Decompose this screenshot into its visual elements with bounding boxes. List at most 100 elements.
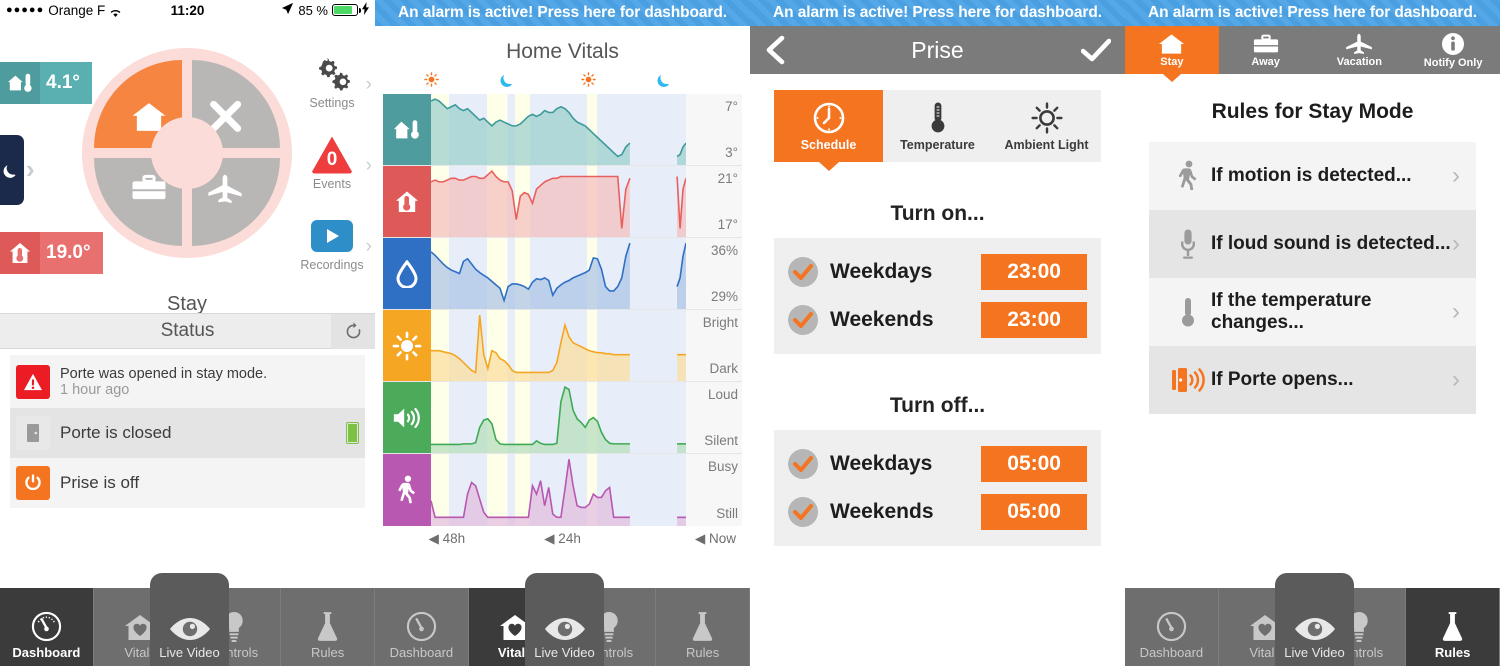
turn-off-weekends-row[interactable]: Weekends 05:00 — [774, 488, 1101, 536]
vitals-row[interactable]: Bright Dark — [383, 310, 742, 382]
turn-off-weekdays-time[interactable]: 05:00 — [981, 446, 1087, 482]
vitals-max-label: Loud — [707, 387, 738, 402]
chevron-right-icon: › — [1452, 162, 1460, 189]
tab-dashboard[interactable]: Dashboard — [1125, 588, 1219, 666]
vitals-plot — [431, 454, 686, 526]
segment-temperature[interactable]: Temperature — [883, 90, 992, 162]
night-drawer-chevron-icon[interactable]: › — [26, 156, 35, 182]
checkbox-checked-icon[interactable] — [788, 305, 818, 335]
night-mode-drawer[interactable] — [0, 135, 24, 205]
mode-vacation[interactable]: Vacation — [1313, 26, 1407, 74]
turn-on-box: Weekdays 23:00 Weekends 23:00 — [774, 238, 1101, 354]
alarm-banner[interactable]: An alarm is active! Press here for dashb… — [375, 0, 750, 26]
checkbox-checked-icon[interactable] — [788, 449, 818, 479]
tab-live-video-label: Live Video — [159, 645, 220, 660]
tab-live-video-label: Live Video — [534, 645, 595, 660]
tab-rules[interactable]: Rules — [281, 588, 375, 666]
status-bar-right: 85 % — [281, 2, 369, 18]
mode-away[interactable]: Away — [1219, 26, 1313, 74]
segment-schedule-label: Schedule — [800, 137, 857, 152]
play-icon — [289, 214, 375, 258]
sun-filled-icon — [383, 310, 431, 381]
moon-icon — [3, 164, 16, 178]
alarm-banner[interactable]: An alarm is active! Press here for dashb… — [750, 0, 1125, 26]
mode-dial[interactable]: Stay — [82, 48, 292, 315]
speaker-icon — [383, 382, 431, 453]
segment-schedule[interactable]: Schedule — [774, 90, 883, 171]
rule-motion[interactable]: If motion is detected... › — [1149, 142, 1476, 210]
checkbox-checked-icon[interactable] — [788, 257, 818, 287]
turn-on-weekdays-time[interactable]: 23:00 — [981, 254, 1087, 290]
vitals-row[interactable]: 36% 29% — [383, 238, 742, 310]
vitals-min-label: 3° — [725, 145, 738, 160]
side-item-recordings[interactable]: Recordings › — [289, 214, 375, 295]
vitals-time-axis: ◀ 48h ◀ 24h ◀ Now — [375, 526, 750, 552]
door-icon — [16, 416, 50, 450]
back-button[interactable] — [764, 35, 786, 65]
status-row-plug[interactable]: Prise is off — [10, 458, 365, 508]
turn-off-weekends-time[interactable]: 05:00 — [981, 494, 1087, 530]
vitals-row[interactable]: 21° 17° — [383, 166, 742, 238]
sun-icon — [581, 72, 597, 91]
turn-on-weekends-time[interactable]: 23:00 — [981, 302, 1087, 338]
walk-icon — [1165, 160, 1211, 192]
house-thermometer-icon — [0, 62, 40, 104]
status-row-alert[interactable]: Porte was opened in stay mode. 1 hour ag… — [10, 355, 365, 408]
tab-dashboard-label: Dashboard — [1139, 645, 1204, 660]
tab-rules[interactable]: Rules — [656, 588, 750, 666]
tab-dashboard[interactable]: Dashboard — [0, 588, 94, 666]
dial-hub[interactable] — [151, 117, 223, 189]
rule-motion-label: If motion is detected... — [1211, 165, 1412, 186]
axis-tick-now: ◀ Now — [694, 531, 737, 546]
eye-icon — [1292, 602, 1338, 642]
tab-live-video[interactable]: Live Video — [525, 573, 604, 666]
gauge-icon — [31, 602, 62, 642]
vitals-now-stub — [431, 454, 686, 526]
tab-dashboard[interactable]: Dashboard — [375, 588, 469, 666]
mode-notify-only[interactable]: Notify Only — [1406, 26, 1500, 74]
vitals-now-stub — [431, 166, 686, 237]
vitals-row[interactable]: Busy Still — [383, 454, 742, 526]
status-row-door[interactable]: Porte is closed — [10, 408, 365, 458]
vitals-now-stub — [431, 238, 686, 309]
turn-off-weekdays-row[interactable]: Weekdays 05:00 — [774, 440, 1101, 488]
turn-on-weekends-row[interactable]: Weekends 23:00 — [774, 296, 1101, 344]
vitals-max-label: Busy — [707, 459, 738, 474]
door-battery-icon — [346, 422, 359, 444]
ios-status-bar: ●●●●● Orange F 11:20 85 % — [0, 0, 375, 20]
vitals-row[interactable]: 7° 3° — [383, 94, 742, 166]
outside-temperature-badge[interactable]: 4.1° — [0, 62, 93, 104]
status-alert-time: 1 hour ago — [60, 381, 130, 398]
turn-off-weekends-label: Weekends — [830, 500, 934, 523]
panel-rules: An alarm is active! Press here for dashb… — [1125, 0, 1500, 666]
bottom-tabbar-panel1: Dashboard Vitals Controls Rules Live Vid… — [0, 573, 375, 666]
tab-live-video[interactable]: Live Video — [1275, 573, 1354, 666]
rule-door[interactable]: If Porte opens... › — [1149, 346, 1476, 414]
alarm-banner[interactable]: An alarm is active! Press here for dashb… — [1125, 0, 1500, 26]
panel-prise-schedule: An alarm is active! Press here for dashb… — [750, 0, 1125, 666]
tab-live-video[interactable]: Live Video — [150, 573, 229, 666]
rule-sound[interactable]: If loud sound is detected... › — [1149, 210, 1476, 278]
rules-list: If motion is detected... › If loud sound… — [1149, 142, 1476, 414]
turn-on-weekdays-row[interactable]: Weekdays 23:00 — [774, 248, 1101, 296]
vitals-max-label: 21° — [717, 171, 738, 186]
flask-icon — [690, 602, 715, 642]
bottom-tabbar-panel2: Dashboard Vitals Controls Rules Live Vid… — [375, 573, 750, 666]
checkbox-checked-icon[interactable] — [788, 497, 818, 527]
tab-rules-label: Rules — [686, 645, 720, 660]
alert-icon — [16, 364, 50, 399]
refresh-icon[interactable] — [331, 314, 375, 349]
mode-stay[interactable]: Stay — [1125, 26, 1219, 82]
rule-sound-label: If loud sound is detected... — [1211, 233, 1451, 254]
status-list: Porte was opened in stay mode. 1 hour ag… — [0, 349, 375, 508]
vitals-max-label: Bright — [702, 315, 738, 330]
vitals-row[interactable]: Loud Silent — [383, 382, 742, 454]
side-item-settings[interactable]: Settings › — [289, 52, 375, 133]
tab-rules[interactable]: Rules — [1406, 588, 1500, 666]
segment-ambient-light[interactable]: Ambient Light — [992, 90, 1101, 162]
rule-temperature[interactable]: If the temperature changes... › — [1149, 278, 1476, 346]
vitals-min-label: Dark — [709, 361, 738, 376]
done-button[interactable] — [1081, 38, 1111, 62]
side-item-events[interactable]: 0 Events › — [289, 133, 375, 214]
power-icon — [16, 466, 50, 500]
